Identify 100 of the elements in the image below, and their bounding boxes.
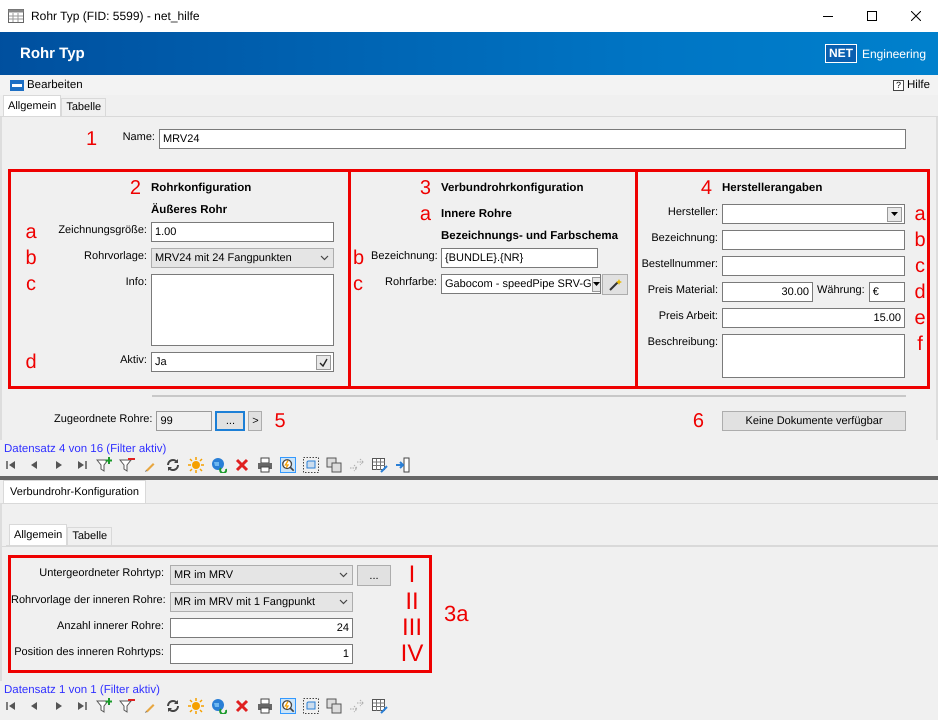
text-field[interactable]: {BUNDLE}.{NR} — [441, 248, 598, 268]
refresh-icon[interactable] — [165, 457, 181, 473]
delete-icon[interactable] — [234, 698, 250, 714]
text-field[interactable] — [722, 230, 905, 250]
dropdown[interactable]: MR im MRV mit 1 Fangpunkt — [170, 592, 353, 612]
chevron-down-icon — [339, 572, 348, 578]
globe-icon[interactable] — [211, 457, 227, 473]
text-field[interactable]: 99 — [156, 411, 212, 431]
text-field[interactable]: 1.00 — [151, 222, 334, 242]
printer-icon[interactable] — [257, 698, 273, 714]
tab[interactable]: Tabelle — [67, 527, 112, 545]
annotation-letter: c — [25, 274, 37, 297]
dropdown[interactable]: MRV24 mit 24 Fangpunkten — [151, 248, 334, 268]
annotation-letter: c — [914, 256, 926, 276]
annotation-letter: a — [24, 222, 38, 242]
annotation-number: 3a — [444, 604, 468, 624]
selection-icon[interactable] — [303, 698, 319, 714]
tab[interactable]: Allgemein — [3, 95, 62, 116]
annotation-letter: b — [913, 230, 927, 250]
copy-icon[interactable] — [326, 457, 342, 473]
dropdown[interactable] — [722, 204, 905, 224]
printer-icon[interactable] — [257, 457, 273, 473]
field-label: Währung: — [817, 283, 865, 296]
browse-button[interactable]: ... — [215, 411, 246, 431]
dropdown[interactable]: Gabocom - speedPipe SRV-G — [441, 274, 601, 294]
delete-icon[interactable] — [234, 457, 250, 473]
annotation-numeral: IV — [400, 644, 424, 664]
browse-button[interactable]: ... — [357, 565, 391, 586]
dropdown[interactable]: MR im MRV — [170, 565, 353, 585]
check-icon — [319, 358, 328, 366]
text-area[interactable] — [722, 334, 905, 378]
close-icon[interactable] — [911, 11, 921, 21]
field-label: Preis Material: — [646, 283, 718, 296]
zoom-icon[interactable] — [280, 698, 296, 714]
table-edit-icon[interactable] — [372, 457, 388, 473]
menu-item[interactable]: Bearbeiten — [27, 79, 83, 91]
window-icon — [8, 9, 24, 23]
section-title: Rohrkonfiguration — [151, 182, 252, 194]
annotation-letter: e — [913, 308, 927, 328]
copy-icon[interactable] — [326, 698, 342, 714]
filter-remove-icon[interactable] — [119, 457, 135, 473]
window-title: Rohr Typ (FID: 5599) - net_hilfe — [31, 9, 201, 23]
annotation-letter: f — [916, 334, 924, 357]
maximize-icon[interactable] — [867, 11, 877, 21]
annotation-letter: b — [353, 248, 366, 268]
field-label: Rohrvorlage: — [83, 249, 147, 262]
magic-wand-icon — [608, 278, 622, 292]
filter-add-icon[interactable] — [96, 457, 112, 473]
field-label: Zeichnungsgröße: — [57, 223, 147, 236]
section-subtitle: Äußeres Rohr — [151, 204, 228, 216]
text-field[interactable]: € — [868, 282, 905, 302]
field-label: Zugeordnete Rohre: — [54, 412, 152, 425]
selection-icon[interactable] — [303, 457, 319, 473]
field-label: Preis Arbeit: — [658, 309, 718, 322]
number-field[interactable]: 30.00 — [722, 282, 813, 302]
help-link[interactable]: Hilfe — [906, 79, 930, 91]
field-label: Rohrfarbe: — [384, 275, 437, 288]
globe-icon[interactable] — [211, 698, 227, 714]
zoom-icon[interactable] — [280, 457, 296, 473]
text-field[interactable]: MRV24 — [159, 129, 906, 149]
text-field[interactable] — [722, 256, 905, 276]
number-field[interactable]: 1 — [170, 644, 353, 664]
exit-icon[interactable] — [395, 457, 411, 473]
annotation-numeral: II — [404, 592, 420, 612]
filter-remove-icon[interactable] — [119, 698, 135, 714]
annotation-letter: a — [913, 204, 927, 224]
record-status: Datensatz 4 von 16 (Filter aktiv) — [4, 443, 166, 455]
logo-mark: NET — [824, 44, 857, 63]
table-edit-icon[interactable] — [372, 698, 388, 714]
checkbox-field[interactable]: Ja — [151, 352, 334, 372]
field-label: Untergeordneter Rohrtyp: — [38, 566, 165, 579]
logo-text: Engineering — [862, 46, 926, 60]
wand-button[interactable] — [602, 274, 628, 295]
checkbox[interactable] — [316, 354, 331, 370]
field-label: Bezeichnung: — [650, 231, 718, 244]
annotation-letter: a — [418, 204, 432, 224]
tab[interactable]: Allgemein — [9, 524, 68, 545]
field-label: Position des inneren Rohrtyps: — [13, 645, 165, 658]
app-title: Rohr Typ — [20, 45, 86, 62]
number-field[interactable]: 15.00 — [722, 308, 905, 328]
tab[interactable]: Verbundrohr-Konfiguration — [3, 480, 146, 503]
chevron-down-icon — [339, 599, 348, 605]
field-label: Bestellnummer: — [640, 257, 718, 270]
tab[interactable]: Tabelle — [61, 98, 106, 116]
field-label: Rohrvorlage der inneren Rohre: — [11, 593, 166, 606]
field-label: Bezeichnung: — [371, 249, 437, 262]
record-status: Datensatz 1 von 1 (Filter aktiv) — [4, 684, 160, 696]
documents-button[interactable]: Keine Dokumente verfügbar — [722, 411, 906, 431]
annotation-letter: d — [913, 282, 927, 302]
number-field[interactable]: 24 — [170, 618, 353, 638]
filter-add-icon[interactable] — [96, 698, 112, 714]
help-icon[interactable]: ? — [892, 80, 904, 90]
annotation-numeral: I — [408, 565, 416, 585]
section-title: Verbundrohrkonfiguration — [441, 182, 584, 194]
annotation-number: 3 — [418, 178, 432, 198]
refresh-icon[interactable] — [165, 698, 181, 714]
next-button[interactable]: > — [248, 411, 262, 431]
annotation-letter: b — [24, 248, 38, 268]
text-area[interactable] — [151, 274, 334, 346]
field-label: Hersteller: — [666, 205, 718, 218]
